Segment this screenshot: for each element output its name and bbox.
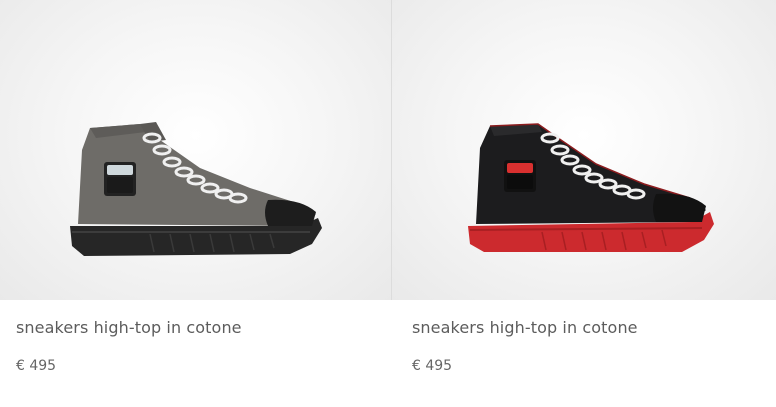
product-name[interactable]: sneakers high-top in cotone [16, 318, 242, 337]
product-image-black-red[interactable] [392, 0, 776, 300]
sneaker-grey-image [70, 122, 322, 256]
product-price: € 495 [16, 358, 57, 374]
product-price: € 495 [412, 358, 453, 374]
product-name[interactable]: sneakers high-top in cotone [412, 318, 638, 337]
product-grid: sneakers high-top in cotone € 495 sneake… [0, 0, 776, 407]
product-card-black-red[interactable]: sneakers high-top in cotone € 495 [392, 0, 776, 407]
product-image-grey[interactable] [0, 0, 391, 300]
sneaker-black-red-image [468, 123, 714, 252]
product-card-grey[interactable]: sneakers high-top in cotone € 495 [0, 0, 391, 407]
